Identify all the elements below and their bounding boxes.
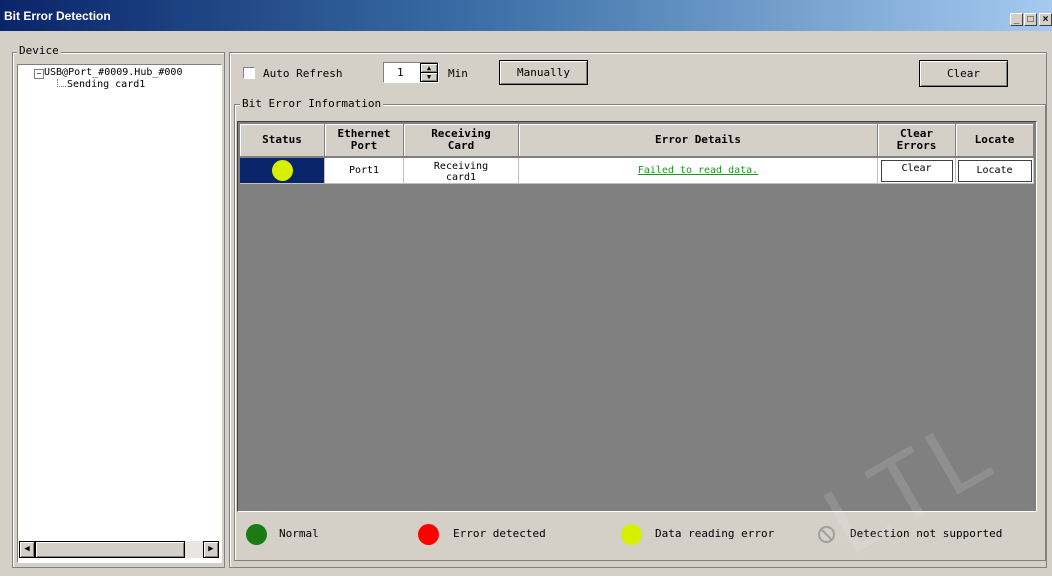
error-details-link[interactable]: Failed to read data. <box>638 165 758 176</box>
legend-normal-icon <box>246 524 267 545</box>
header-receiving-card: Receiving Card <box>404 124 519 157</box>
minimize-button[interactable]: _ <box>1010 13 1023 26</box>
spin-down-icon[interactable]: ▼ <box>420 72 438 82</box>
legend-not-supported-label: Detection not supported <box>850 527 1003 540</box>
bit-error-detection-window: Bit Error Detection _ □ × Device − USB@P… <box>0 0 1052 576</box>
tree-root-usb-port[interactable]: USB@Port_#0009.Hub_#000 <box>44 67 182 78</box>
tree-item-sending-card[interactable]: Sending card1 <box>67 79 145 90</box>
header-receiving-card-line2: Card <box>447 139 475 152</box>
row-receiving-card: Receiving card1 <box>404 158 519 184</box>
auto-refresh-checkbox[interactable] <box>243 67 255 79</box>
header-ethernet-port: Ethernet Port <box>325 124 404 157</box>
tree-connector <box>57 79 66 87</box>
status-indicator-icon <box>271 160 293 181</box>
legend-data-reading-error-icon <box>621 524 642 545</box>
device-tree[interactable]: − USB@Port_#0009.Hub_#000 Sending card1 … <box>17 64 222 563</box>
clear-button[interactable]: Clear <box>919 60 1008 87</box>
header-ethernet-port-line2: Port <box>350 139 378 152</box>
close-button[interactable]: × <box>1039 13 1052 26</box>
tree-expander-icon[interactable]: − <box>34 69 44 79</box>
refresh-interval-spinner[interactable]: 1 ▲ ▼ <box>383 62 439 83</box>
title-bar[interactable]: Bit Error Detection _ □ × <box>0 0 1052 31</box>
row-locate-cell: Locate <box>956 158 1034 184</box>
window-title: Bit Error Detection <box>4 9 111 23</box>
row-clear-cell: Clear <box>878 158 956 184</box>
header-clear-errors: Clear Errors <box>878 124 956 157</box>
row-ethernet-port: Port1 <box>325 158 404 184</box>
row-clear-errors-button[interactable]: Clear <box>880 159 953 182</box>
row-receiving-card-line1: Receiving <box>433 161 489 172</box>
bit-error-table: Status Ethernet Port Receiving Card Erro… <box>237 121 1037 512</box>
refresh-interval-value: 1 <box>397 66 404 79</box>
legend-error-detected-label: Error detected <box>453 527 546 540</box>
header-status: Status <box>240 124 325 157</box>
header-error-details: Error Details <box>519 124 878 157</box>
tree-horizontal-scrollbar[interactable]: ◀ ▶ <box>19 541 219 558</box>
row-error-details-cell: Failed to read data. <box>519 158 878 184</box>
row-status-cell[interactable] <box>240 158 325 184</box>
interval-unit-label: Min <box>448 67 468 80</box>
manually-button[interactable]: Manually <box>499 60 588 85</box>
row-locate-button[interactable]: Locate <box>957 159 1032 182</box>
legend-error-detected-icon <box>418 524 439 545</box>
legend-not-supported-icon <box>818 526 835 543</box>
header-locate: Locate <box>956 124 1034 157</box>
device-group-label: Device <box>17 44 61 57</box>
auto-refresh-label: Auto Refresh <box>263 67 343 80</box>
legend-data-reading-error-label: Data reading error <box>655 527 775 540</box>
scroll-left-icon[interactable]: ◀ <box>19 541 35 558</box>
bit-error-information-label: Bit Error Information <box>240 97 384 110</box>
header-clear-errors-line2: Errors <box>896 139 937 152</box>
row-receiving-card-line2: card1 <box>445 172 477 183</box>
scroll-right-icon[interactable]: ▶ <box>203 541 219 558</box>
legend-normal-label: Normal <box>279 527 319 540</box>
maximize-button[interactable]: □ <box>1024 13 1037 26</box>
scroll-thumb[interactable] <box>35 541 185 558</box>
